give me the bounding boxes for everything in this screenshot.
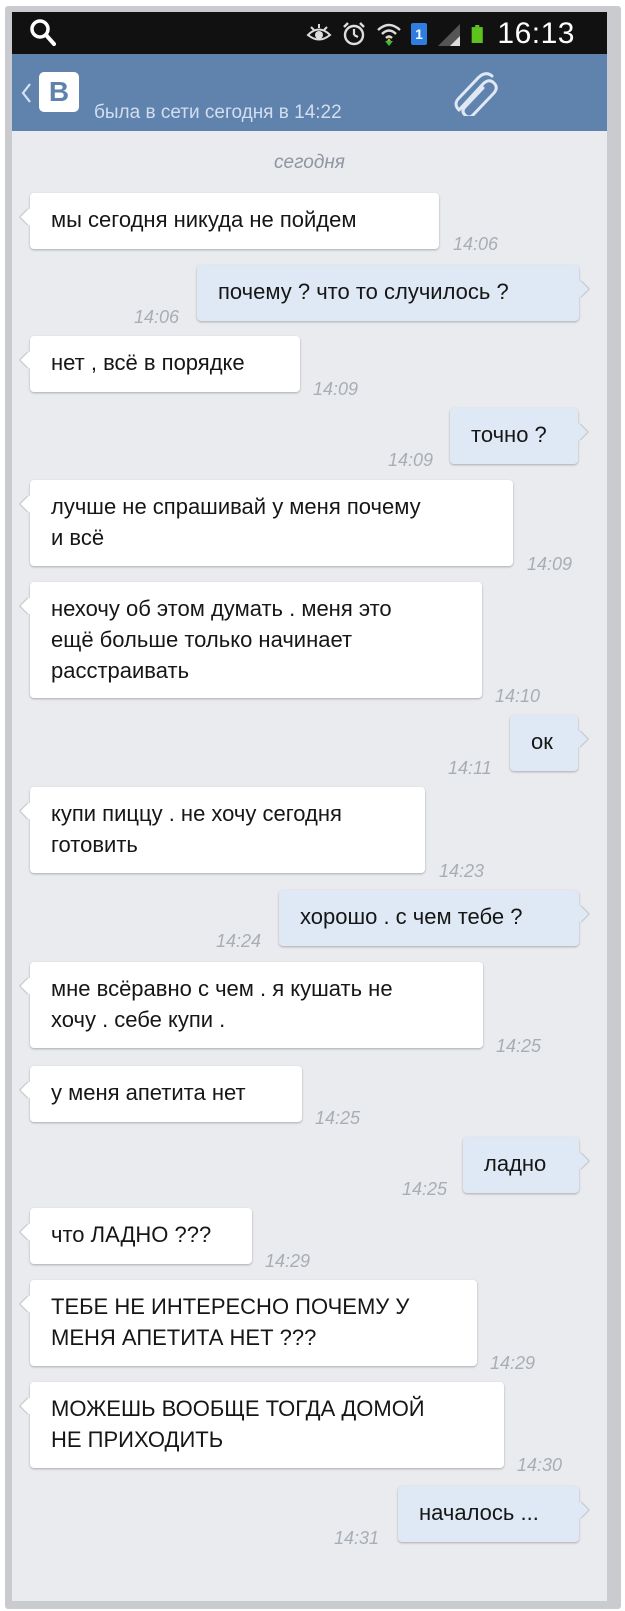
message-text: мне всёравно с чем . я кушать не хочу . с… (51, 973, 463, 1035)
last-seen-status: была в сети сегодня в 14:22 (94, 102, 342, 123)
incoming-message-bubble[interactable]: у меня апетита нет (30, 1066, 302, 1122)
incoming-message-bubble[interactable]: что ЛАДНО ??? (30, 1208, 252, 1264)
message-text: МОЖЕШЬ ВООБЩЕ ТОГДА ДОМОЙ НЕ ПРИХОДИТЬ (51, 1393, 484, 1455)
phone-screen: 1 16:13 В была в сети сегодня в 14:22 се… (12, 12, 607, 1601)
search-icon[interactable] (30, 19, 56, 47)
back-chevron-icon[interactable] (20, 82, 32, 104)
incoming-message-bubble[interactable]: мы сегодня никуда не пойдем (30, 193, 439, 249)
outgoing-message-bubble[interactable]: точно ? (450, 408, 578, 464)
message-line: ладно (484, 1151, 547, 1176)
message-timestamp: 14:09 (313, 379, 359, 399)
message-text: ладно (484, 1148, 559, 1179)
message-text: у меня апетита нет (51, 1077, 282, 1108)
message-line: нехочу об этом думать . меня это (51, 596, 392, 621)
message-text: началось ... (419, 1497, 559, 1528)
message-line: расстраивать (51, 658, 190, 683)
message-timestamp: 14:29 (490, 1353, 536, 1373)
clock: 16:13 (497, 17, 575, 50)
message-line: началось ... (419, 1500, 539, 1525)
chat-header: В была в сети сегодня в 14:22 (12, 54, 607, 131)
message-line: и всё (51, 525, 105, 550)
message-text: нехочу об этом думать . меня это ещё боль… (51, 593, 462, 686)
paperclip-icon[interactable] (449, 70, 501, 116)
message-timestamp: 14:11 (448, 758, 492, 778)
outgoing-message-bubble[interactable]: ладно (463, 1137, 579, 1193)
message-text: лучше не спрашивай у меня почему и всё (51, 491, 493, 553)
message-timestamp: 14:25 (402, 1179, 448, 1199)
message-line: у меня апетита нет (51, 1080, 246, 1105)
message-timestamp: 14:25 (496, 1036, 542, 1056)
signal-icon (438, 24, 460, 46)
message-line: МОЖЕШЬ ВООБЩЕ ТОГДА ДОМОЙ (51, 1396, 425, 1421)
status-icons: 1 (306, 20, 489, 48)
message-line: почему ? что то случилось ? (218, 279, 509, 304)
incoming-message-bubble[interactable]: купи пиццу . не хочу сегодня готовить (30, 787, 425, 873)
message-timestamp: 14:06 (134, 307, 180, 327)
message-line: хочу . себе купи . (51, 1007, 226, 1032)
message-text: хорошо . с чем тебе ? (300, 901, 559, 932)
incoming-message-bubble[interactable]: ТЕБЕ НЕ ИНТЕРЕСНО ПОЧЕМУ У МЕНЯ АПЕТИТА Н… (30, 1280, 477, 1366)
sim-badge-icon: 1 (411, 23, 427, 45)
message-text: ТЕБЕ НЕ ИНТЕРЕСНО ПОЧЕМУ У МЕНЯ АПЕТИТА Н… (51, 1291, 457, 1353)
message-line: что ЛАДНО ??? (51, 1222, 212, 1247)
message-timestamp: 14:30 (517, 1455, 563, 1475)
message-text: ок (531, 726, 558, 757)
message-line: хорошо . с чем тебе ? (300, 904, 523, 929)
message-line: нет , всё в порядке (51, 350, 245, 375)
message-text: купи пиццу . не хочу сегодня готовить (51, 798, 405, 860)
message-timestamp: 14:24 (216, 931, 262, 951)
outgoing-message-bubble[interactable]: ок (510, 715, 578, 771)
message-text: точно ? (471, 419, 558, 450)
outgoing-message-bubble[interactable]: началось ... (398, 1486, 579, 1542)
message-text: почему ? что то случилось ? (218, 276, 559, 307)
message-line: НЕ ПРИХОДИТЬ (51, 1427, 224, 1452)
message-line: ещё больше только начинает (51, 627, 353, 652)
message-line: точно ? (471, 422, 547, 447)
message-line: мы сегодня никуда не пойдем (51, 207, 357, 232)
incoming-message-bubble[interactable]: нет , всё в порядке (30, 336, 300, 392)
message-line: МЕНЯ АПЕТИТА НЕТ ??? (51, 1325, 317, 1350)
wifi-icon (377, 23, 401, 46)
message-text: нет , всё в порядке (51, 347, 280, 378)
message-timestamp: 14:31 (334, 1528, 380, 1548)
message-timestamp: 14:09 (388, 450, 434, 470)
message-line: ТЕБЕ НЕ ИНТЕРЕСНО ПОЧЕМУ У (51, 1294, 410, 1319)
message-line: готовить (51, 832, 138, 857)
message-text: что ЛАДНО ??? (51, 1219, 232, 1250)
status-bar: 1 16:13 (12, 12, 607, 54)
outgoing-message-bubble[interactable]: хорошо . с чем тебе ? (279, 890, 579, 946)
incoming-message-bubble[interactable]: мне всёравно с чем . я кушать не хочу . с… (30, 962, 483, 1048)
message-text: мы сегодня никуда не пойдем (51, 204, 419, 235)
message-timestamp: 14:29 (265, 1251, 311, 1271)
message-line: купи пиццу . не хочу сегодня (51, 801, 342, 826)
alarm-icon (343, 22, 365, 46)
eye-icon (306, 24, 332, 41)
message-timestamp: 14:06 (453, 234, 499, 254)
battery-icon (471, 25, 483, 43)
incoming-message-bubble[interactable]: нехочу об этом думать . меня это ещё боль… (30, 582, 482, 698)
message-line: ок (531, 729, 553, 754)
outgoing-message-bubble[interactable]: почему ? что то случилось ? (197, 265, 579, 321)
date-separator: сегодня (274, 152, 345, 173)
message-line: мне всёравно с чем . я кушать не (51, 976, 393, 1001)
vk-logo[interactable]: В (39, 72, 79, 112)
message-timestamp: 14:23 (439, 861, 485, 881)
message-line: лучше не спрашивай у меня почему (51, 494, 421, 519)
incoming-message-bubble[interactable]: МОЖЕШЬ ВООБЩЕ ТОГДА ДОМОЙ НЕ ПРИХОДИТЬ (30, 1382, 504, 1468)
incoming-message-bubble[interactable]: лучше не спрашивай у меня почему и всё (30, 480, 513, 566)
message-timestamp: 14:09 (527, 554, 573, 574)
message-timestamp: 14:10 (495, 686, 541, 706)
message-timestamp: 14:25 (315, 1108, 361, 1128)
